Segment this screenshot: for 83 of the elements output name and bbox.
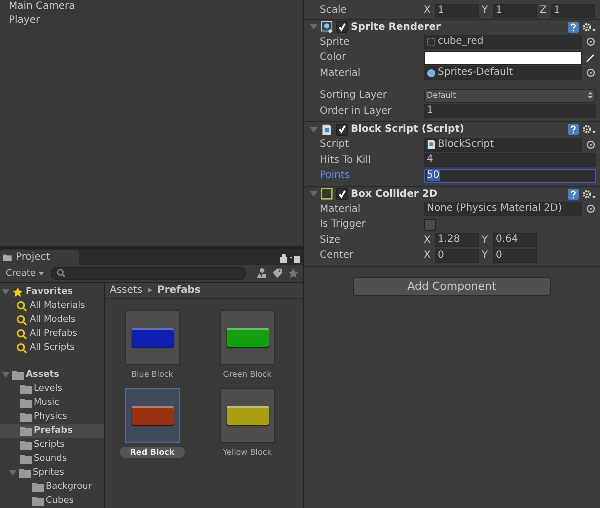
add-component-button[interactable]: Add Component — [353, 276, 551, 296]
field-label: Scale — [320, 5, 348, 16]
folder-item[interactable]: Physics — [0, 410, 104, 424]
axis-label: X — [424, 5, 432, 16]
folder-item[interactable]: Scripts — [0, 438, 104, 452]
axis-label: X — [424, 250, 432, 262]
tree-label: Scripts — [34, 440, 65, 450]
folder-item[interactable]: Sounds — [0, 452, 104, 466]
field-value: None (Physics Material 2D) — [427, 203, 562, 216]
number-field[interactable]: 1 — [551, 4, 595, 18]
folder-item[interactable]: Prefabs — [0, 424, 104, 438]
tree-label: Favorites — [26, 287, 74, 297]
favorite-search-item[interactable]: All Materials — [0, 299, 104, 313]
tree-label: Prefabs — [34, 426, 73, 436]
component-title: Block Script (Script) — [351, 124, 466, 135]
tree-label: Sprites — [33, 468, 64, 478]
number-field[interactable]: 0.64 — [493, 233, 537, 248]
breadcrumb-item[interactable]: Prefabs — [158, 285, 201, 296]
object-field[interactable]: None (Physics Material 2D) — [424, 202, 582, 216]
field-label: Sprite — [320, 36, 351, 48]
field-label: Center — [320, 250, 355, 262]
field-label: Material — [320, 68, 362, 79]
tree-label: All Scripts — [30, 343, 75, 353]
field-label: Material — [320, 204, 362, 215]
field-value: cube_red — [438, 36, 484, 48]
tree-label: All Models — [30, 315, 76, 325]
hierarchy-item[interactable]: Player — [0, 14, 303, 28]
favorites-item[interactable]: Favorites — [0, 285, 104, 299]
field-label: Script — [320, 139, 350, 150]
prefab-label[interactable]: Red Block — [120, 447, 185, 458]
tree-label: Music — [34, 398, 60, 408]
folder-item[interactable]: Levels — [0, 382, 104, 396]
number-field[interactable]: 1 — [435, 4, 479, 18]
field-label: Hits To Kill — [320, 154, 372, 166]
tree-label: Physics — [34, 412, 68, 422]
tree-label: Backgrour — [46, 482, 92, 492]
axis-label: Y — [482, 234, 490, 246]
number-field[interactable]: 4 — [424, 153, 596, 168]
tree-label: Sounds — [34, 454, 68, 464]
component-title: Sprite Renderer — [351, 22, 442, 32]
prefab-label[interactable]: Green Block — [213, 369, 282, 380]
field-label: Color — [320, 52, 348, 64]
folder-item[interactable]: Music — [0, 396, 104, 410]
axis-label: Y — [482, 5, 490, 16]
object-field[interactable]: cube_red — [424, 35, 582, 50]
folder-item[interactable]: Backgrour — [0, 480, 104, 494]
axis-label: Y — [482, 250, 490, 262]
axis-label: Z — [540, 5, 548, 16]
tree-label: All Materials — [30, 301, 86, 311]
assets-item[interactable]: Assets — [0, 368, 104, 382]
number-field[interactable]: 1.28 — [435, 233, 479, 248]
component-title: Box Collider 2D — [351, 188, 439, 200]
field-label: Order in Layer — [320, 106, 393, 117]
field-label: Size — [320, 234, 342, 246]
number-field[interactable]: 50 — [424, 168, 596, 183]
field-label: Sorting Layer — [320, 90, 388, 102]
favorite-search-item[interactable]: All Prefabs — [0, 327, 104, 341]
number-field[interactable]: 1 — [493, 4, 537, 18]
prefab-label[interactable]: Yellow Block — [213, 447, 282, 458]
tree-label: Levels — [34, 384, 62, 394]
prefab-label[interactable]: Blue Block — [122, 369, 184, 380]
field-value: BlockScript — [438, 138, 494, 151]
number-field[interactable]: 0 — [435, 248, 479, 263]
folder-item[interactable]: Sprites — [0, 466, 104, 480]
favorite-search-item[interactable]: All Scripts — [0, 341, 104, 355]
tree-label: Cubes — [46, 496, 74, 506]
sorting-layer-dropdown[interactable]: Default — [424, 88, 596, 103]
number-field[interactable]: 1 — [424, 104, 596, 118]
hierarchy-item[interactable]: Main Camera — [0, 0, 303, 14]
field-label: Is Trigger — [320, 219, 367, 230]
axis-label: X — [424, 234, 432, 246]
tree-label: All Prefabs — [30, 329, 78, 339]
folder-item[interactable]: Cubes — [0, 494, 104, 508]
field-label: Points — [320, 170, 352, 182]
number-field[interactable]: 0 — [493, 248, 537, 263]
field-value: Sprites-Default — [438, 67, 514, 80]
project-tab[interactable]: Project — [0, 250, 79, 265]
favorite-search-item[interactable]: All Models — [0, 313, 104, 327]
object-field[interactable]: Sprites-Default — [424, 66, 582, 80]
tree-label: Assets — [26, 370, 60, 380]
create-button[interactable]: Create — [4, 268, 46, 278]
breadcrumb-item[interactable]: Assets — [110, 285, 143, 296]
object-field[interactable]: BlockScript — [424, 138, 582, 152]
